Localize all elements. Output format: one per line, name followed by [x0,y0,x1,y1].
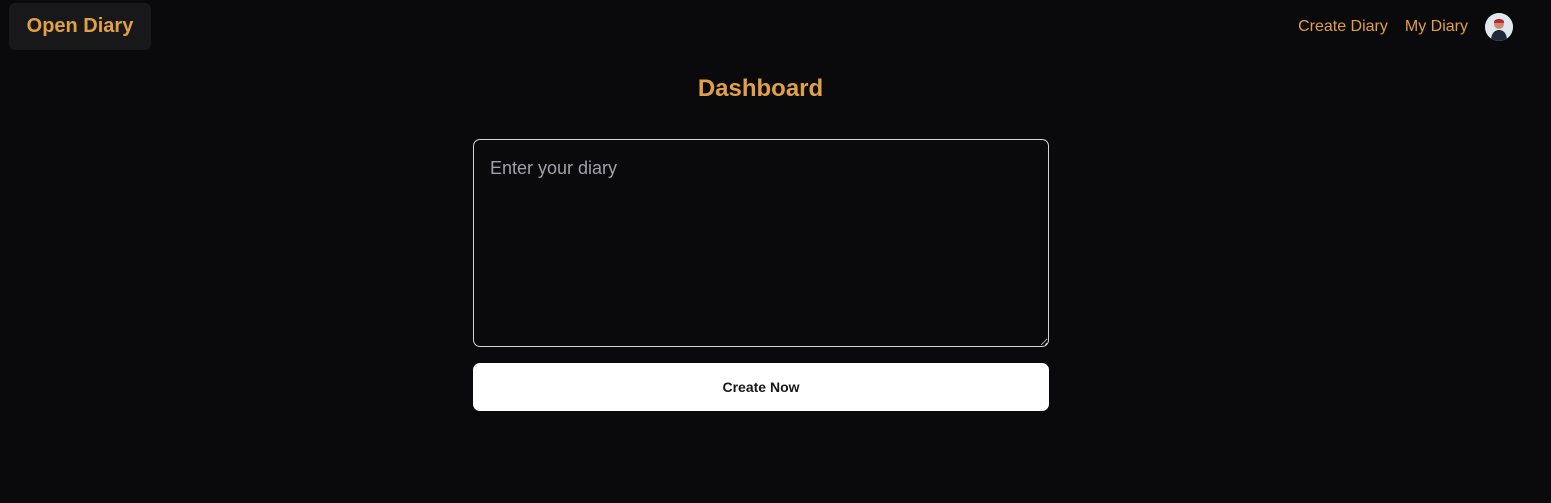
nav-link-my-diary[interactable]: My Diary [1405,18,1468,36]
page-title: Dashboard [697,75,824,102]
navbar: Open Diary Create Diary My Diary [0,0,1551,54]
nav-links: Create Diary My Diary [1298,12,1513,42]
diary-input[interactable] [473,139,1049,347]
create-now-button[interactable]: Create Now [473,363,1049,411]
brand-logo-link[interactable]: Open Diary [9,3,151,50]
nav-link-create-diary[interactable]: Create Diary [1298,18,1388,36]
user-avatar-icon[interactable] [1485,13,1513,41]
